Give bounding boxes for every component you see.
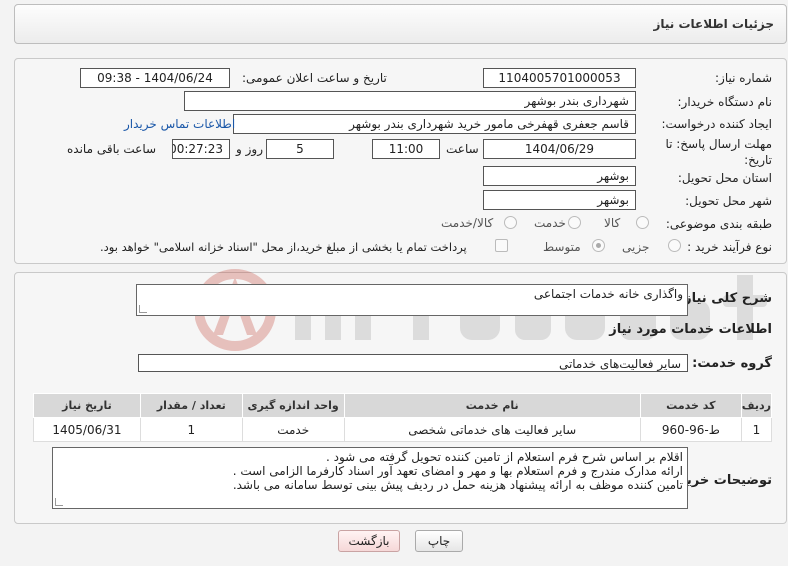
col-date-header: تاریخ نیاز — [33, 393, 141, 418]
buyer-org-field: شهرداری بندر بوشهر — [184, 91, 636, 111]
province-field: بوشهر — [483, 166, 636, 186]
print-button[interactable]: چاپ — [415, 530, 463, 552]
cell-date: 1405/06/31 — [33, 417, 141, 442]
table-header-row: ردیف کد خدمت نام خدمت واحد اندازه گیری ت… — [33, 393, 773, 418]
category-goods-radio[interactable] — [636, 216, 649, 229]
announce-field: 1404/06/24 - 09:38 — [80, 68, 230, 88]
service-group-label: گروه خدمت: — [692, 356, 772, 371]
treasury-payment-note: پرداخت تمام یا بخشی از مبلغ خرید،از محل … — [100, 240, 467, 254]
days-field: 5 — [266, 139, 334, 159]
service-group-field: سایر فعالیت‌های خدماتی — [138, 354, 688, 372]
col-row-header: ردیف — [740, 393, 773, 418]
city-label: شهر محل تحویل: — [685, 194, 772, 208]
category-service-radio[interactable] — [568, 216, 581, 229]
cell-unit: خدمت — [241, 417, 345, 442]
treasury-payment-checkbox[interactable] — [495, 239, 508, 252]
category-label: طبقه بندی موضوعی: — [665, 217, 772, 231]
cell-code: ط-96-960 — [639, 417, 742, 442]
notes-line: اقلام بر اساس شرح فرم استعلام از تامین ک… — [325, 450, 683, 464]
category-goods-label: کالا — [604, 216, 621, 230]
process-label: نوع فرآیند خرید : — [687, 240, 772, 254]
resize-grip-icon[interactable] — [139, 305, 147, 313]
services-section-title: اطلاعات خدمات مورد نیاز — [609, 322, 772, 337]
creator-label: ایجاد کننده درخواست: — [661, 117, 772, 131]
category-goods-service-radio[interactable] — [504, 216, 517, 229]
deadline-hour-field: 11:00 — [372, 139, 440, 159]
hour-label: ساعت — [446, 142, 479, 156]
category-service-label: خدمت — [534, 216, 566, 230]
description-label: شرح کلی نیاز: — [678, 291, 772, 306]
process-medium-radio[interactable] — [592, 239, 605, 252]
process-minor-label: جزیی — [622, 240, 650, 254]
announce-label: تاریخ و ساعت اعلان عمومی: — [242, 71, 387, 85]
buyer-org-label: نام دستگاه خریدار: — [677, 95, 773, 109]
contact-buyer-link[interactable]: اطلاعات تماس خریدار — [124, 117, 235, 131]
back-button[interactable]: بازگشت — [338, 530, 400, 552]
resize-grip-icon[interactable] — [55, 498, 63, 506]
notes-line: ارائه مدارک مندرج و فرم استعلام بها و مه… — [232, 464, 683, 478]
need-number-label: شماره نیاز: — [715, 71, 772, 85]
remaining-time-field: 00:27:23 — [172, 139, 230, 159]
description-textarea[interactable]: واگذاری خانه خدمات اجتماعی — [136, 284, 688, 316]
table-row[interactable]: 1 ط-96-960 سایر فعالیت های خدماتی شخصی خ… — [33, 417, 773, 442]
cell-index: 1 — [740, 417, 773, 442]
process-minor-radio[interactable] — [668, 239, 681, 252]
col-name-header: نام خدمت — [343, 393, 641, 418]
process-medium-label: متوسط — [543, 240, 581, 254]
city-field: بوشهر — [483, 190, 636, 210]
cell-name: سایر فعالیت های خدماتی شخصی — [343, 417, 641, 442]
province-label: استان محل تحویل: — [677, 171, 772, 185]
creator-field: قاسم جعفری قهفرخی مامور خرید شهرداری بند… — [233, 114, 636, 134]
day-and-label: روز و — [236, 142, 263, 156]
page-header: جزئیات اطلاعات نیاز — [14, 4, 787, 44]
buyer-notes-textarea[interactable]: اقلام بر اساس شرح فرم استعلام از تامین ک… — [52, 447, 688, 509]
cell-qty: 1 — [139, 417, 243, 442]
need-number-field: 1104005701000053 — [483, 68, 636, 88]
col-code-header: کد خدمت — [639, 393, 742, 418]
services-table: ردیف کد خدمت نام خدمت واحد اندازه گیری ت… — [33, 393, 773, 442]
notes-line: تامین کننده موظف به ارائه پیشنهاد هزینه … — [232, 478, 683, 492]
description-text: واگذاری خانه خدمات اجتماعی — [533, 287, 683, 301]
deadline-label: مهلت ارسال پاسخ: تا تاریخ: — [665, 137, 772, 167]
category-goods-service-label: کالا/خدمت — [441, 216, 494, 230]
col-unit-header: واحد اندازه گیری — [241, 393, 345, 418]
col-qty-header: تعداد / مقدار — [139, 393, 243, 418]
page-title: جزئیات اطلاعات نیاز — [653, 17, 774, 31]
remaining-label: ساعت باقی مانده — [67, 142, 157, 156]
deadline-date-field: 1404/06/29 — [483, 139, 636, 159]
